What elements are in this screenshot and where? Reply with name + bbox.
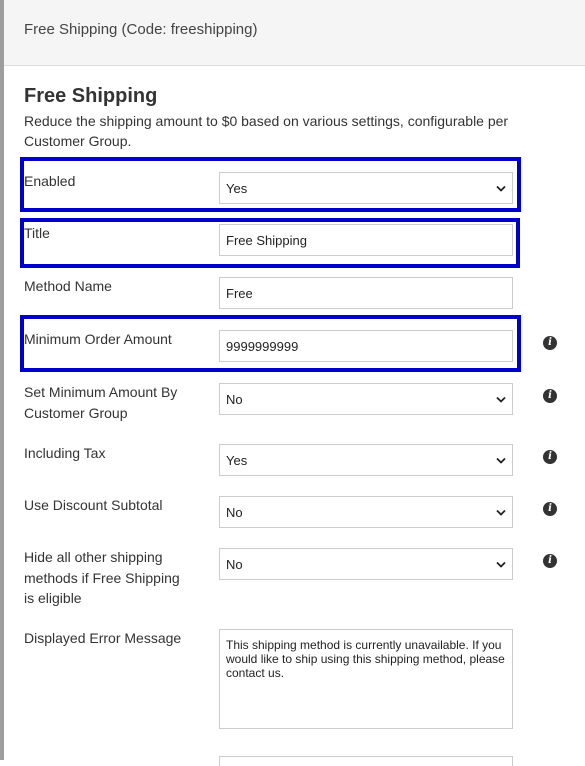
minimum-order-amount-input[interactable]: 9999999999 [219,330,513,362]
method-name-input[interactable]: Free [219,277,513,309]
title-input-value: Free Shipping [226,232,307,248]
chevron-down-icon [490,384,512,414]
minimum-order-amount-value: 9999999999 [226,338,299,354]
chevron-down-icon [490,549,512,579]
enabled-select[interactable]: Yes [219,172,513,204]
use-discount-subtotal-label: Use Discount Subtotal [24,497,163,513]
info-icon[interactable]: i [543,554,557,568]
chevron-down-icon [490,497,512,527]
hide-other-methods-select[interactable]: No [219,548,513,580]
set-minimum-by-group-select[interactable]: No [219,383,513,415]
window-edge [0,0,4,760]
info-icon[interactable]: i [543,450,557,464]
set-minimum-by-group-label: Set Minimum Amount By Customer Group [24,384,178,421]
chevron-down-icon [490,173,512,203]
info-icon[interactable]: i [543,389,557,403]
enabled-label: Enabled [24,173,76,189]
info-icon[interactable]: i [543,336,557,350]
hide-other-methods-label: Hide all other shipping methods if Free … [24,549,180,606]
section-description: Reduce the shipping amount to $0 based o… [24,113,509,149]
including-tax-value: Yes [226,452,248,468]
title-input[interactable]: Free Shipping [219,224,513,256]
title-label: Title [24,225,50,241]
including-tax-label: Including Tax [24,445,106,461]
chevron-down-icon [490,445,512,475]
modal-header: Free Shipping (Code: freeshipping) [4,0,585,66]
method-name-label: Method Name [24,278,112,294]
set-minimum-by-group-value: No [226,391,243,407]
section-title: Free Shipping [24,85,158,107]
method-name-input-value: Free [226,285,253,301]
including-tax-select[interactable]: Yes [219,444,513,476]
hide-other-methods-value: No [226,556,243,572]
error-message-textarea[interactable]: This shipping method is currently unavai… [219,629,513,729]
error-message-label: Displayed Error Message [24,630,182,646]
modal-title: Free Shipping (Code: freeshipping) [24,21,258,38]
minimum-order-amount-label: Minimum Order Amount [24,331,172,347]
use-discount-subtotal-value: No [226,504,243,520]
next-field-input[interactable] [219,756,513,766]
enabled-select-value: Yes [226,180,248,196]
info-icon[interactable]: i [543,502,557,516]
use-discount-subtotal-select[interactable]: No [219,496,513,528]
